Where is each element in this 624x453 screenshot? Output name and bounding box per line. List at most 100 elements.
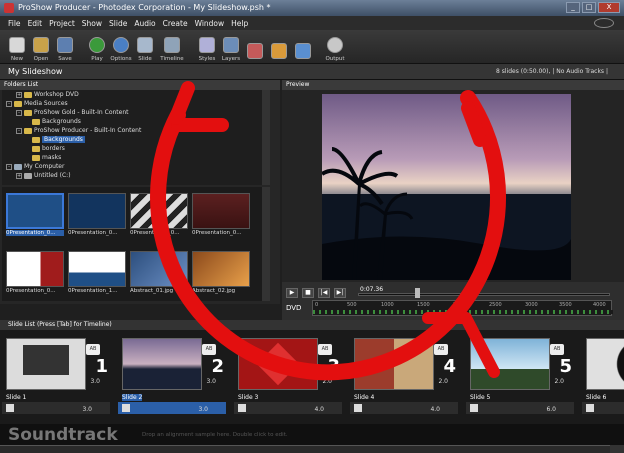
menu-window[interactable]: Window: [195, 19, 225, 28]
save-button[interactable]: Save: [54, 30, 76, 64]
slide-number: 3: [327, 356, 340, 377]
slide-item[interactable]: AB 2.0 5 Slide 5 6.0: [464, 334, 578, 418]
previous-button[interactable]: |◀: [318, 288, 330, 298]
slide-play-icon[interactable]: [6, 404, 14, 412]
tree-item-producer-backgrounds[interactable]: Backgrounds: [32, 135, 85, 144]
slide-item[interactable]: AB 3.0 2 Slide 2 3.0: [116, 334, 230, 418]
new-button[interactable]: New: [6, 30, 28, 64]
folder-icon: [24, 127, 32, 134]
tree-item-proshow-gold[interactable]: - ProShow Gold - Built-In Content: [16, 108, 129, 117]
slide-number: 4: [443, 356, 456, 377]
photodex-logo-icon: [594, 18, 614, 28]
slide-item[interactable]: AB 2.0 3 Slide 3 4.0: [232, 334, 346, 418]
tree-item-my-computer[interactable]: - My Computer: [6, 162, 64, 171]
seek-bar[interactable]: [358, 293, 610, 296]
transition-duration: 2.0: [438, 378, 448, 385]
slide-duration: 4.0: [430, 406, 440, 413]
output-button[interactable]: Output: [324, 30, 346, 64]
layers-button[interactable]: Layers: [220, 30, 242, 64]
menu-edit[interactable]: Edit: [28, 19, 43, 28]
tree-item-borders[interactable]: borders: [32, 144, 65, 153]
slide-play-icon[interactable]: [354, 404, 362, 412]
file-thumb[interactable]: 0Presentation_0...: [68, 193, 126, 239]
file-thumb-image: [130, 251, 188, 287]
transition-icon[interactable]: AB: [434, 344, 448, 355]
file-thumb[interactable]: Abstract_02.jpg: [192, 251, 250, 297]
options-button[interactable]: Options: [110, 30, 132, 64]
open-button[interactable]: Open: [30, 30, 52, 64]
play-button[interactable]: Play: [86, 30, 108, 64]
slide-button[interactable]: Slide: [134, 30, 156, 64]
styles-label: Styles: [198, 56, 216, 62]
ruler-tick: 2500: [489, 302, 502, 308]
folder-tree: + Workshop DVD - Media Sources - ProShow Go…: [2, 90, 270, 185]
file-thumb[interactable]: 0Presentation_1...: [68, 251, 126, 297]
styles-icon: [199, 37, 215, 53]
text-button[interactable]: [268, 30, 290, 64]
tree-item-proshow-producer[interactable]: - ProShow Producer - Built-In Content: [16, 126, 141, 135]
tree-item-drive-c[interactable]: + Untitled (C:): [16, 171, 71, 180]
slide-play-icon[interactable]: [122, 404, 130, 412]
drive-icon: [24, 172, 32, 179]
tree-scrollbar[interactable]: [262, 90, 270, 185]
maximize-button[interactable]: □: [582, 2, 596, 13]
seek-handle[interactable]: [415, 288, 420, 298]
horizontal-scrollbar[interactable]: [0, 445, 610, 453]
project-name: My Slideshow: [8, 67, 63, 76]
menu-project[interactable]: Project: [49, 19, 75, 28]
file-thumb[interactable]: 0Presentation_0...: [6, 251, 64, 297]
slide-item[interactable]: AB 3.0 1 Slide 1 3.0: [0, 334, 114, 418]
tree-item-workshop-dvd[interactable]: + Workshop DVD: [16, 90, 79, 99]
ruler-fill: [313, 310, 613, 314]
slide-thumb: [354, 338, 434, 390]
menu-slide[interactable]: Slide: [109, 19, 127, 28]
play-icon: [89, 37, 105, 53]
preview-panel: Preview ▶ ■ |◀ ▶| 0:07.36 DVD 0 500 1000…: [282, 80, 624, 320]
menu-help[interactable]: Help: [231, 19, 248, 28]
file-thumb-image: [130, 193, 188, 229]
menu-show[interactable]: Show: [82, 19, 102, 28]
close-button[interactable]: X: [598, 2, 620, 13]
options-icon: [113, 37, 129, 53]
minimize-button[interactable]: _: [566, 2, 580, 13]
music-icon: [295, 43, 311, 59]
styles-button[interactable]: Styles: [196, 30, 218, 64]
effects-button[interactable]: [244, 30, 266, 64]
slide-duration: 6.0: [546, 406, 556, 413]
thumbs-scrollbar[interactable]: [262, 187, 270, 301]
file-thumb[interactable]: 0Presentation_0...: [192, 193, 250, 239]
menu-file[interactable]: File: [8, 19, 21, 28]
music-button[interactable]: [292, 30, 314, 64]
slide-name: Slide 2: [122, 394, 143, 401]
slide-thumb: [122, 338, 202, 390]
transition-icon[interactable]: AB: [550, 344, 564, 355]
ruler-tick: 0: [315, 302, 319, 308]
layers-icon: [223, 37, 239, 53]
timeline-button[interactable]: Timeline: [158, 30, 186, 64]
stop-button[interactable]: ■: [302, 288, 314, 298]
ruler-tick: 2000: [453, 302, 466, 308]
tree-item-masks[interactable]: masks: [32, 153, 61, 162]
time-readout: 0:07.36: [360, 286, 384, 293]
play-preview-button[interactable]: ▶: [286, 288, 298, 298]
transition-icon[interactable]: AB: [202, 344, 216, 355]
transition-icon[interactable]: AB: [86, 344, 100, 355]
next-button[interactable]: ▶|: [334, 288, 346, 298]
tree-item-gold-backgrounds[interactable]: Backgrounds: [32, 117, 81, 126]
file-thumb[interactable]: Abstract_01.jpg: [130, 251, 188, 297]
slide-play-icon[interactable]: [470, 404, 478, 412]
transition-icon[interactable]: AB: [318, 344, 332, 355]
ruler-tick: 500: [347, 302, 357, 308]
soundtrack-area[interactable]: Soundtrack Drop an alignment sample here…: [0, 424, 624, 445]
slide-play-icon[interactable]: [586, 404, 594, 412]
slide-name: Slide 3: [238, 394, 259, 401]
file-thumb[interactable]: 0Presentation_0...: [130, 193, 188, 239]
ruler-tick: 3000: [525, 302, 538, 308]
menu-audio[interactable]: Audio: [134, 19, 155, 28]
slide-play-icon[interactable]: [238, 404, 246, 412]
slide-item[interactable]: Slide 6: [580, 334, 624, 418]
file-thumb[interactable]: 0Presentation_0...: [6, 193, 64, 239]
slide-item[interactable]: AB 2.0 4 Slide 4 4.0: [348, 334, 462, 418]
tree-item-media-sources[interactable]: - Media Sources: [6, 99, 68, 108]
menu-create[interactable]: Create: [163, 19, 188, 28]
